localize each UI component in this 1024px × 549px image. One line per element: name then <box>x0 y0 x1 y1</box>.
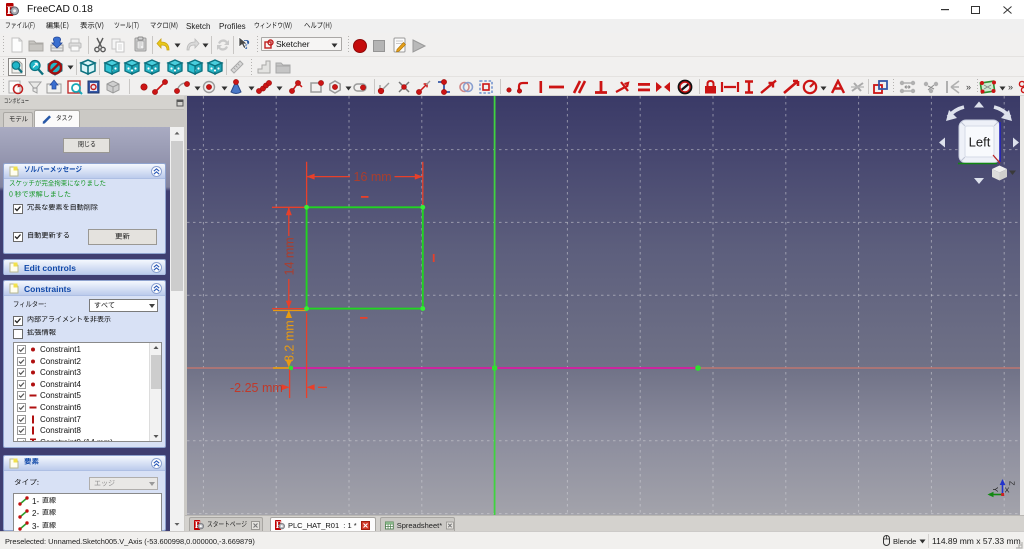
svg-text:16 mm: 16 mm <box>354 170 392 184</box>
svg-text:Y: Y <box>991 487 1000 492</box>
svg-text:»: » <box>1008 82 1013 92</box>
svg-text:14 mm: 14 mm <box>282 237 296 275</box>
svg-text:-2.25 mm: -2.25 mm <box>230 381 283 395</box>
svg-text:Left: Left <box>969 135 991 150</box>
svg-text:»: » <box>966 82 971 92</box>
svg-text:8.2 mm: 8.2 mm <box>282 320 296 362</box>
svg-text:X: X <box>1005 486 1010 495</box>
